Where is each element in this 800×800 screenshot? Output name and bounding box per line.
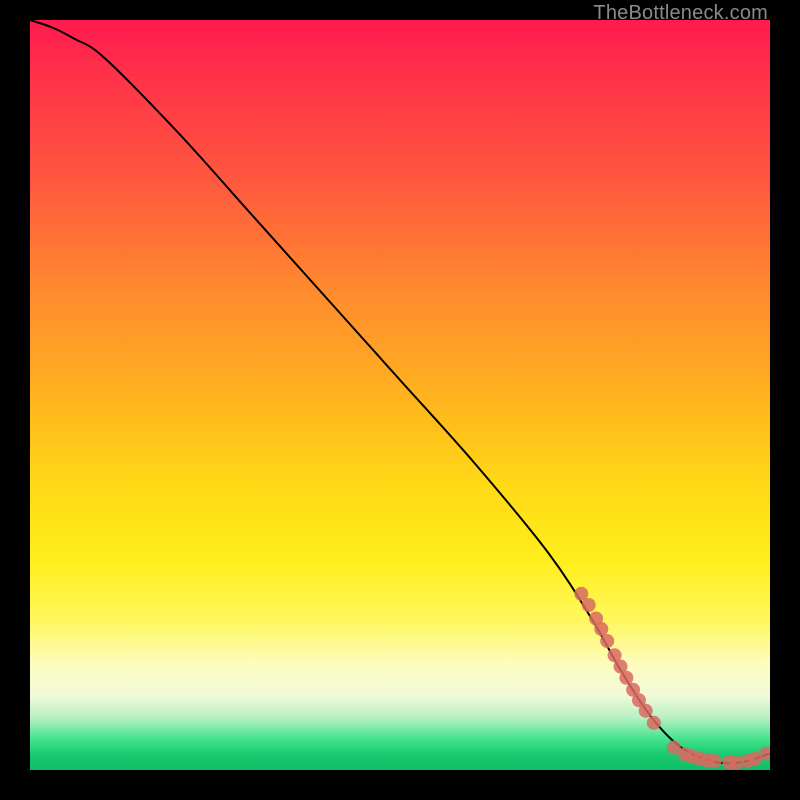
curve-svg: [30, 20, 770, 770]
chart-frame: TheBottleneck.com: [0, 0, 800, 800]
highlight-point: [639, 704, 653, 718]
highlight-points: [574, 587, 770, 770]
highlight-point: [708, 754, 722, 768]
highlight-point: [582, 598, 596, 612]
bottleneck-curve: [30, 20, 770, 763]
highlight-point: [600, 634, 614, 648]
plot-area: [30, 20, 770, 770]
highlight-point: [647, 716, 661, 730]
highlight-point: [619, 671, 633, 685]
highlight-point: [594, 622, 608, 636]
